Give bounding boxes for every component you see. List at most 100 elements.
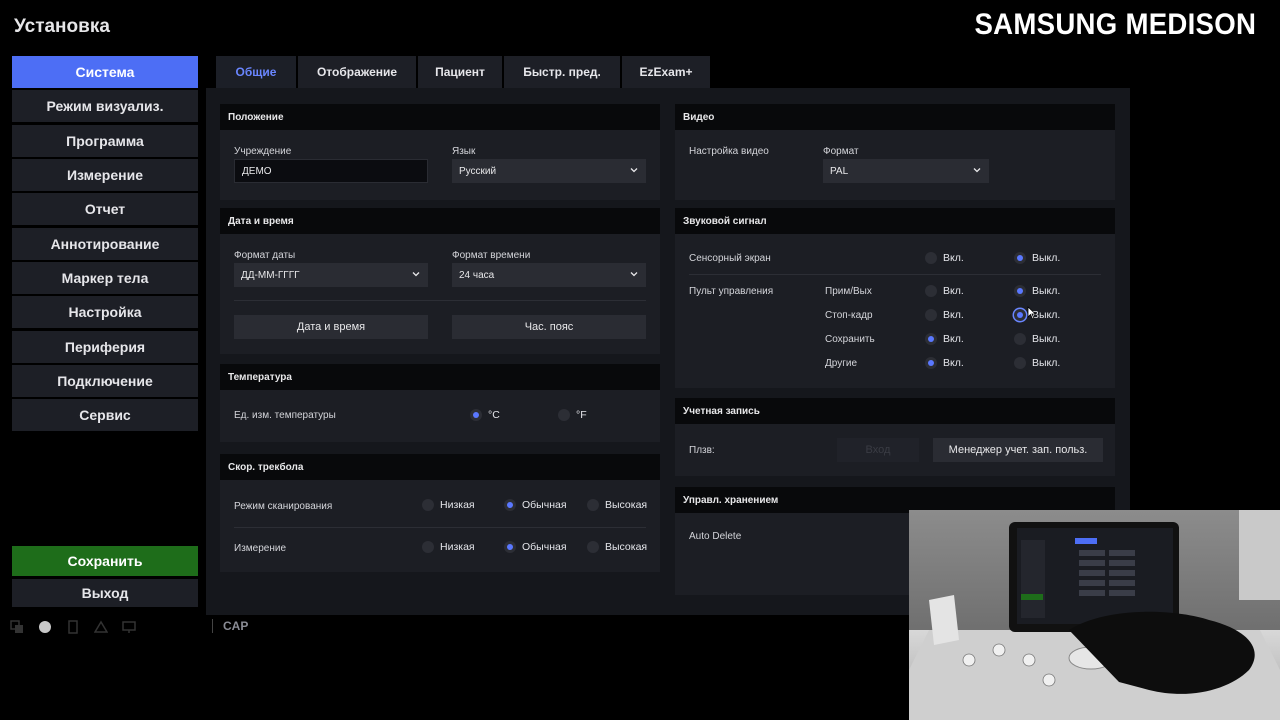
sidebar-item-connectivity[interactable]: Подключение	[12, 365, 198, 397]
control-label: Прим/Вых	[825, 286, 872, 297]
sidebar-item-annotation[interactable]: Аннотирование	[12, 228, 198, 260]
radio-dot	[558, 409, 570, 421]
date-format-value: ДД-ММ-ГГГГ	[241, 269, 300, 281]
radio-label: Выкл.	[1032, 252, 1061, 264]
radio-dot	[925, 309, 937, 321]
mouse-cursor-icon	[1027, 306, 1037, 320]
control-label: Стоп-кадр	[825, 310, 873, 321]
login-button[interactable]: Вход	[837, 438, 919, 462]
measure-high-radio[interactable]: Высокая	[587, 541, 647, 553]
section-header: Скор. трекбола	[220, 454, 660, 480]
sidebar-item-imaging-mode[interactable]: Режим визуализ.	[12, 90, 198, 122]
measure-low-radio[interactable]: Низкая	[422, 541, 475, 553]
sidebar-item-system[interactable]: Система	[12, 56, 198, 88]
scan-low-radio[interactable]: Низкая	[422, 499, 475, 511]
control-save-on-radio[interactable]: Вкл.	[925, 333, 964, 345]
account-section: Учетная запись Плзв: Вход Менеджер учет.…	[675, 398, 1115, 476]
tab-ezexam[interactable]: EzExam+	[622, 56, 710, 88]
control-in-out-off-radio[interactable]: Выкл.	[1014, 285, 1060, 297]
datetime-button[interactable]: Дата и время	[234, 315, 428, 339]
institution-field[interactable]: ДЕМО	[234, 159, 428, 183]
radio-label: Обычная	[522, 541, 567, 553]
radio-label: Высокая	[605, 499, 648, 511]
save-button[interactable]: Сохранить	[12, 546, 198, 576]
sidebar-item-peripherals[interactable]: Периферия	[12, 331, 198, 363]
radio-label: Вкл.	[943, 285, 964, 297]
language-select[interactable]: Русский	[452, 159, 646, 183]
timezone-button[interactable]: Час. пояс	[452, 315, 646, 339]
touchscreen-label: Сенсорный экран	[689, 253, 771, 264]
measure-normal-radio[interactable]: Обычная	[504, 541, 567, 553]
radio-dot	[470, 409, 482, 421]
radio-dot	[925, 333, 937, 345]
celsius-radio[interactable]: °C	[470, 409, 500, 421]
language-label: Язык	[452, 146, 476, 157]
video-format-select[interactable]: PAL	[823, 159, 989, 183]
radio-dot	[422, 499, 434, 511]
touchscreen-off-radio[interactable]: Выкл.	[1014, 252, 1060, 264]
sidebar-item-measurement[interactable]: Измерение	[12, 159, 198, 191]
sidebar-item-service[interactable]: Сервис	[12, 399, 198, 431]
control-freeze-off-radio[interactable]: Выкл.	[1014, 309, 1060, 321]
control-in-out-on-radio[interactable]: Вкл.	[925, 285, 964, 297]
scan-normal-radio[interactable]: Обычная	[504, 499, 567, 511]
radio-dot	[925, 285, 937, 297]
temperature-unit-label: Ед. изм. температуры	[234, 410, 336, 421]
divider	[689, 274, 1101, 275]
trackball-measure-label: Измерение	[234, 543, 287, 554]
auto-delete-label: Auto Delete	[689, 531, 742, 542]
time-format-label: Формат времени	[452, 250, 531, 261]
radio-label: Вкл.	[943, 357, 964, 369]
fahrenheit-radio[interactable]: °F	[558, 409, 587, 421]
radio-dot	[925, 252, 937, 264]
position-section: Положение Учреждение ДЕМО Язык Русский	[220, 104, 660, 200]
radio-label: Низкая	[440, 499, 475, 511]
sidebar-item-program[interactable]: Программа	[12, 125, 198, 157]
radio-label: Вкл.	[943, 309, 964, 321]
radio-dot	[504, 541, 516, 553]
scan-high-radio[interactable]: Высокая	[587, 499, 647, 511]
time-format-value: 24 часа	[459, 269, 495, 281]
temperature-section: Температура Ед. изм. температуры °C °F	[220, 364, 660, 442]
section-header: Видео	[675, 104, 1115, 130]
radio-dot	[1014, 309, 1026, 321]
tab-general[interactable]: Общие	[216, 56, 296, 88]
sidebar-item-report[interactable]: Отчет	[12, 193, 198, 225]
trackball-section: Скор. трекбола Режим сканирования Низкая…	[220, 454, 660, 572]
beep-section: Звуковой сигнал Сенсорный экран Вкл. Вык…	[675, 208, 1115, 388]
institution-label: Учреждение	[234, 146, 292, 157]
control-other-off-radio[interactable]: Выкл.	[1014, 357, 1060, 369]
exit-button[interactable]: Выход	[12, 579, 198, 607]
control-freeze-on-radio[interactable]: Вкл.	[925, 309, 964, 321]
touchscreen-on-radio[interactable]: Вкл.	[925, 252, 964, 264]
section-header: Температура	[220, 364, 660, 390]
radio-dot	[1014, 357, 1026, 369]
radio-label: Выкл.	[1032, 285, 1061, 297]
radio-label: Обычная	[522, 499, 567, 511]
date-format-label: Формат даты	[234, 250, 296, 261]
monitor-icon	[122, 620, 136, 634]
video-format-label: Формат	[823, 146, 859, 157]
time-format-select[interactable]: 24 часа	[452, 263, 646, 287]
sidebar-item-body-marker[interactable]: Маркер тела	[12, 262, 198, 294]
fahrenheit-label: °F	[576, 409, 587, 421]
divider	[234, 527, 646, 528]
radio-dot	[587, 541, 599, 553]
radio-label: Высокая	[605, 541, 648, 553]
video-format-value: PAL	[830, 165, 849, 177]
trackball-scan-label: Режим сканирования	[234, 501, 333, 512]
sidebar-item-settings[interactable]: Настройка	[12, 296, 198, 328]
tab-patient[interactable]: Пациент	[418, 56, 502, 88]
network-icon	[94, 620, 108, 634]
control-other-on-radio[interactable]: Вкл.	[925, 357, 964, 369]
radio-dot	[925, 357, 937, 369]
section-header: Положение	[220, 104, 660, 130]
chevron-down-icon	[973, 168, 981, 173]
radio-dot	[422, 541, 434, 553]
sidebar: Система Режим визуализ. Программа Измере…	[6, 50, 204, 615]
tab-display[interactable]: Отображение	[298, 56, 416, 88]
tab-quick-preset[interactable]: Быстр. пред.	[504, 56, 620, 88]
user-manager-button[interactable]: Менеджер учет. зап. польз.	[933, 438, 1103, 462]
date-format-select[interactable]: ДД-ММ-ГГГГ	[234, 263, 428, 287]
control-save-off-radio[interactable]: Выкл.	[1014, 333, 1060, 345]
